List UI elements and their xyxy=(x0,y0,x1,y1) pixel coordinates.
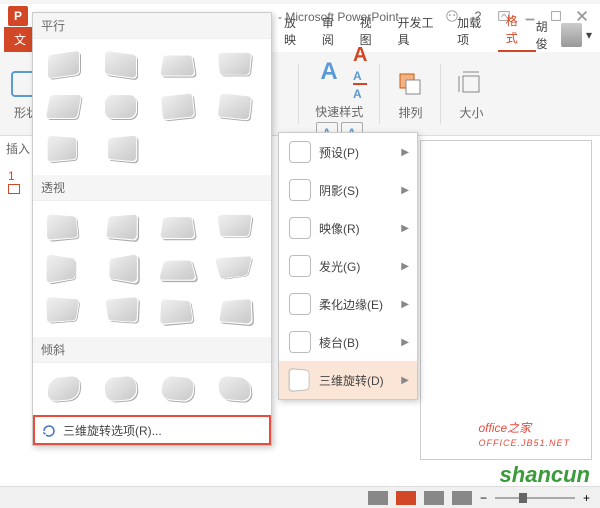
view-reading[interactable] xyxy=(424,491,444,505)
view-normal[interactable] xyxy=(368,491,388,505)
insert-label: 插入 xyxy=(0,136,36,161)
menu-softedge[interactable]: 柔化边缘(E)▶ xyxy=(279,285,417,323)
arrange-label: 排列 xyxy=(398,104,422,121)
rotation-gallery: 平行 透视 倾斜 三维旋转选项(R)... xyxy=(32,12,272,446)
chevron-right-icon: ▶ xyxy=(401,147,409,158)
rotation-preset[interactable] xyxy=(41,89,87,125)
rotation-preset[interactable] xyxy=(212,209,258,245)
zoom-slider[interactable] xyxy=(495,497,575,499)
rotation-preset[interactable] xyxy=(41,47,87,83)
rotation-preset[interactable] xyxy=(98,293,144,329)
slide-thumb[interactable]: 1 xyxy=(6,167,30,199)
size-icon xyxy=(457,70,485,98)
chevron-right-icon: ▶ xyxy=(401,375,409,386)
rotation-preset[interactable] xyxy=(98,209,144,245)
rotation-options-icon xyxy=(41,423,57,439)
rotation-preset[interactable] xyxy=(41,209,87,245)
arrange-icon xyxy=(396,70,424,98)
size-group[interactable]: 大小 xyxy=(453,66,489,121)
view-sorter[interactable] xyxy=(396,491,416,505)
rotation-preset[interactable] xyxy=(212,293,258,329)
bevel-icon xyxy=(289,331,311,353)
rotation-preset[interactable] xyxy=(41,293,87,329)
watermark-shancun: shancun xyxy=(500,462,590,488)
chevron-right-icon: ▶ xyxy=(401,261,409,272)
preset-icon xyxy=(289,141,311,163)
rotation-preset[interactable] xyxy=(212,371,258,407)
rotation-preset[interactable] xyxy=(41,131,87,167)
rotation-preset[interactable] xyxy=(212,47,258,83)
arrange-group[interactable]: 排列 xyxy=(392,66,428,121)
text-fill-icon[interactable]: A xyxy=(353,44,367,67)
rotation-preset[interactable] xyxy=(98,251,144,287)
user-name: 胡俊 xyxy=(536,18,557,52)
avatar xyxy=(561,23,582,47)
rotation-preset[interactable] xyxy=(41,371,87,407)
tab-format[interactable]: 格式 xyxy=(498,8,536,52)
rotation-preset[interactable] xyxy=(155,209,201,245)
glow-icon xyxy=(289,255,311,277)
menu-preset[interactable]: 预设(P)▶ xyxy=(279,133,417,171)
separator xyxy=(298,64,299,124)
menu-glow[interactable]: 发光(G)▶ xyxy=(279,247,417,285)
tab-addins[interactable]: 加载项 xyxy=(449,10,498,52)
rotation-preset[interactable] xyxy=(155,47,201,83)
rotation-preset[interactable] xyxy=(212,251,258,287)
gallery-section-parallel: 平行 xyxy=(33,13,271,39)
view-slideshow[interactable] xyxy=(452,491,472,505)
rotation-preset[interactable] xyxy=(155,89,201,125)
rotation-preset[interactable] xyxy=(98,131,144,167)
text-outline-icon[interactable]: A xyxy=(353,69,367,85)
statusbar: − + xyxy=(0,486,600,508)
quickstyle-button[interactable]: A xyxy=(311,54,347,90)
reflection-icon xyxy=(289,217,311,239)
rotation-icon xyxy=(289,368,310,392)
chevron-right-icon: ▶ xyxy=(401,185,409,196)
zoom-out-icon[interactable]: − xyxy=(480,491,487,505)
effects-submenu: 预设(P)▶ 阴影(S)▶ 映像(R)▶ 发光(G)▶ 柔化边缘(E)▶ 棱台(… xyxy=(278,132,418,400)
rotation-preset[interactable] xyxy=(98,89,144,125)
menu-reflection[interactable]: 映像(R)▶ xyxy=(279,209,417,247)
rotation-options[interactable]: 三维旋转选项(R)... xyxy=(33,415,271,445)
rotation-preset[interactable] xyxy=(98,371,144,407)
rotation-preset[interactable] xyxy=(155,371,201,407)
softedge-icon xyxy=(289,293,311,315)
gallery-section-oblique: 倾斜 xyxy=(33,337,271,363)
chevron-right-icon: ▶ xyxy=(401,223,409,234)
watermark-office: office之家 OFFICE.JB51.NET xyxy=(478,412,570,448)
wordart-group: A A A A 快速样式 A A xyxy=(311,44,367,144)
quickstyle-label: 快速样式 xyxy=(315,103,363,120)
rotation-preset[interactable] xyxy=(212,89,258,125)
app-title: - Microsoft PowerPoint xyxy=(278,10,399,24)
menu-shadow[interactable]: 阴影(S)▶ xyxy=(279,171,417,209)
text-effects-icon[interactable]: A xyxy=(353,87,367,101)
shadow-icon xyxy=(289,179,311,201)
left-panel: 插入 1 xyxy=(0,136,36,205)
chevron-right-icon: ▶ xyxy=(401,337,409,348)
chevron-down-icon: ▾ xyxy=(586,28,592,42)
menu-bevel[interactable]: 棱台(B)▶ xyxy=(279,323,417,361)
user-area[interactable]: 胡俊 ▾ xyxy=(536,18,600,52)
separator xyxy=(440,64,441,124)
rotation-preset[interactable] xyxy=(41,251,87,287)
rotation-options-label: 三维旋转选项(R)... xyxy=(63,422,162,439)
app-icon: P xyxy=(8,6,28,26)
zoom-in-icon[interactable]: + xyxy=(583,491,590,505)
gallery-section-perspective: 透视 xyxy=(33,175,271,201)
rotation-preset[interactable] xyxy=(98,47,144,83)
rotation-preset[interactable] xyxy=(155,251,201,287)
separator xyxy=(379,64,380,124)
chevron-right-icon: ▶ xyxy=(401,299,409,310)
menu-3drotation[interactable]: 三维旋转(D)▶ xyxy=(279,361,417,399)
size-label: 大小 xyxy=(459,104,483,121)
rotation-preset[interactable] xyxy=(155,293,201,329)
